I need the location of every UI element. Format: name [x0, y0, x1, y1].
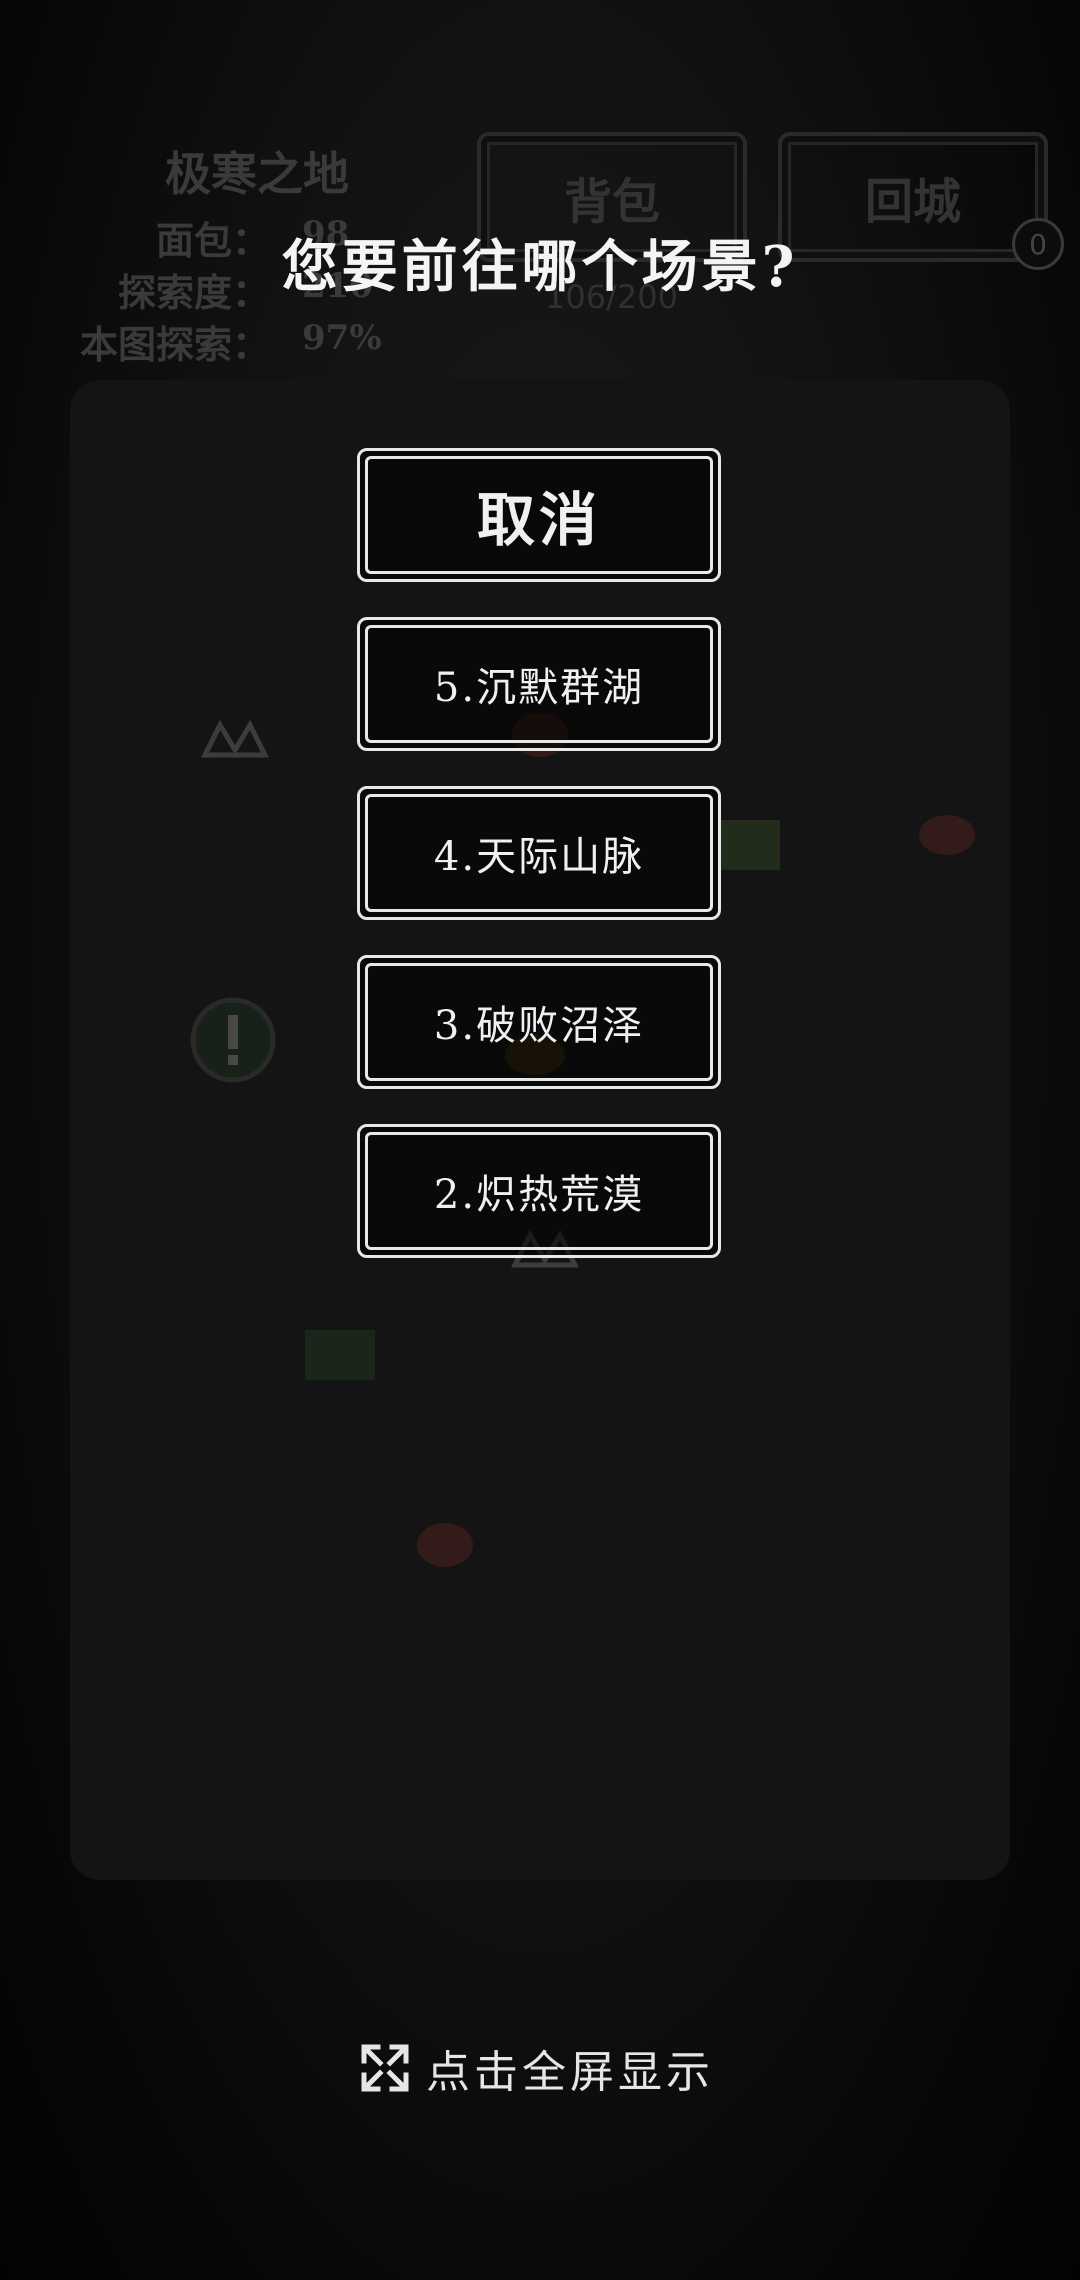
game-screen: 极寒之地 面包： 98 探索度： 210 本图探索： 97% 背包 回城 0 1… [0, 0, 1080, 2280]
tree-sprite-icon [720, 820, 780, 870]
area-title: 极寒之地 [165, 147, 349, 201]
crab-sprite-icon [200, 719, 270, 758]
scene-option-label: 4.天际山脉 [433, 834, 645, 880]
scene-prompt: 您要前往哪个场景? [281, 234, 799, 300]
scene-option-scorching-desert[interactable]: 2.炽热荒漠 [357, 1124, 721, 1258]
meat-sprite-icon-2 [919, 815, 975, 855]
cancel-button[interactable]: 取消 [357, 448, 721, 582]
scene-option-silent-lakes[interactable]: 5.沉默群湖 [357, 617, 721, 751]
expand-arrows-icon [361, 2044, 409, 2092]
scene-option-label: 5.沉默群湖 [433, 665, 645, 711]
meat-sprite-icon-3 [417, 1523, 473, 1567]
map-exploration-value: 97% [302, 318, 382, 358]
exclamation-sprite-icon [190, 997, 276, 1083]
map-exploration-label: 本图探索： [79, 322, 270, 367]
scene-option-sky-mountains[interactable]: 4.天际山脉 [357, 786, 721, 920]
scene-option-ruined-swamp[interactable]: 3.破败沼泽 [357, 955, 721, 1089]
fullscreen-label: 点击全屏显示 [426, 2047, 714, 2098]
bush-sprite-icon [305, 1330, 375, 1380]
fullscreen-button[interactable]: 点击全屏显示 [360, 2038, 714, 2098]
scene-option-label: 3.破败沼泽 [433, 1003, 645, 1049]
scene-option-label: 2.炽热荒漠 [433, 1172, 645, 1218]
cancel-button-label: 取消 [476, 486, 601, 554]
